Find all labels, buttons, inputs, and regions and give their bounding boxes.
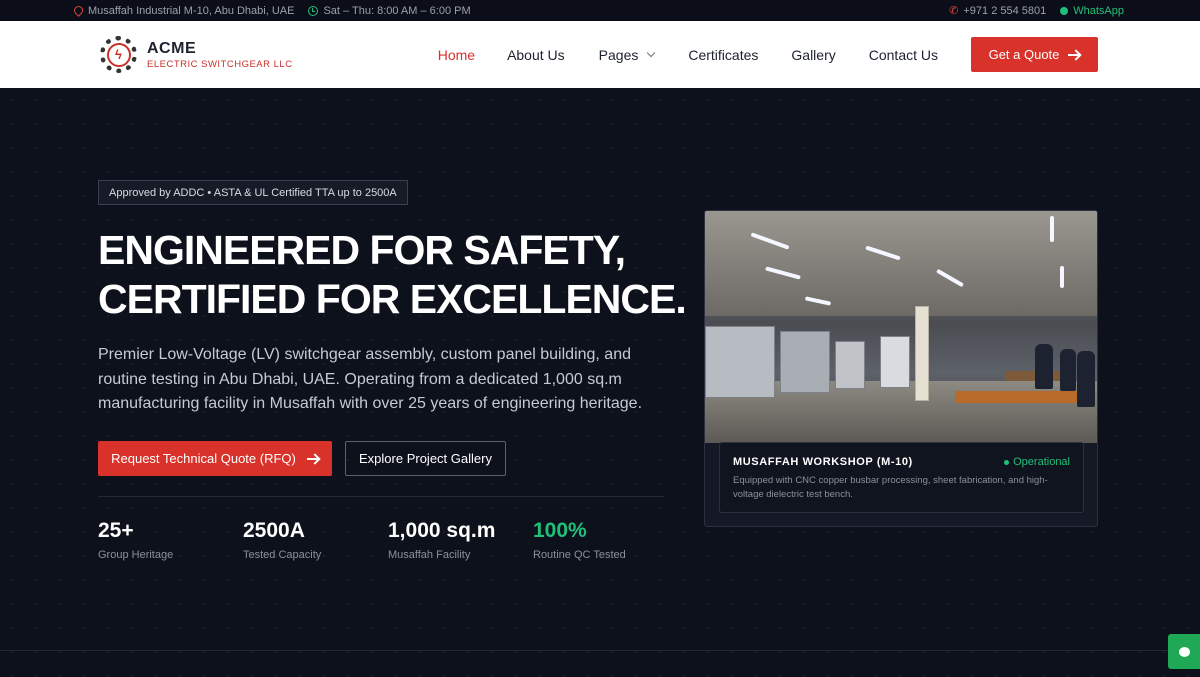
chat-bubble-icon bbox=[1178, 646, 1190, 657]
hours-item: Sat – Thu: 8:00 AM – 6:00 PM bbox=[308, 4, 471, 17]
workshop-photo bbox=[705, 211, 1097, 443]
stat-label: Routine QC Tested bbox=[533, 549, 626, 561]
stat-qc: 100% Routine QC Tested bbox=[533, 519, 626, 561]
stat-label: Tested Capacity bbox=[243, 549, 322, 561]
stat-capacity: 2500A Tested Capacity bbox=[243, 519, 321, 561]
whatsapp-link[interactable]: WhatsApp bbox=[1060, 5, 1124, 17]
hero-title: ENGINEERED FOR SAFETY, CERTIFIED FOR EXC… bbox=[98, 226, 687, 324]
arrow-right-icon bbox=[306, 457, 319, 460]
hero-section: Approved by ADDC • ASTA & UL Certified T… bbox=[0, 88, 1200, 677]
hero-description: Premier Low-Voltage (LV) switchgear asse… bbox=[98, 346, 643, 412]
nav-about-us[interactable]: About Us bbox=[507, 47, 565, 63]
stat-facility: 1,000 sq.m Musaffah Facility bbox=[388, 519, 495, 561]
request-quote-button[interactable]: Request Technical Quote (RFQ) bbox=[98, 441, 332, 476]
stat-heritage: 25+ Group Heritage bbox=[98, 519, 173, 561]
divider bbox=[98, 496, 664, 497]
hero-title-line2: CERTIFIED FOR EXCELLENCE. bbox=[98, 276, 687, 322]
get-quote-button[interactable]: Get a Quote bbox=[971, 37, 1098, 72]
stat-value: 2500A bbox=[243, 519, 305, 542]
phone-text: +971 2 554 5801 bbox=[963, 4, 1047, 17]
status-dot-icon bbox=[1004, 459, 1010, 465]
workshop-title: MUSAFFAH WORKSHOP (M-10) bbox=[733, 456, 913, 468]
nav-contact-us[interactable]: Contact Us bbox=[869, 47, 938, 63]
address-item: Musaffah Industrial M-10, Abu Dhabi, UAE bbox=[72, 4, 295, 17]
explore-gallery-button[interactable]: Explore Project Gallery bbox=[345, 441, 506, 476]
get-quote-label: Get a Quote bbox=[988, 47, 1060, 62]
chevron-down-icon bbox=[647, 48, 656, 57]
hero-title-line1: ENGINEERED FOR SAFETY, bbox=[98, 227, 626, 273]
certification-badge: Approved by ADDC • ASTA & UL Certified T… bbox=[98, 180, 408, 205]
stat-label: Musaffah Facility bbox=[388, 549, 471, 561]
top-info-bar: Musaffah Industrial M-10, Abu Dhabi, UAE… bbox=[0, 0, 1200, 21]
main-navbar: ϟ ACME ELECTRIC SWITCHGEAR LLC Home Abou… bbox=[0, 21, 1200, 88]
stat-value: 100% bbox=[533, 519, 587, 542]
location-pin-icon bbox=[72, 4, 85, 17]
workshop-card: MUSAFFAH WORKSHOP (M-10) Operational Equ… bbox=[704, 210, 1098, 527]
brand-tagline: ELECTRIC SWITCHGEAR LLC bbox=[147, 58, 293, 70]
status-text: Operational bbox=[1013, 456, 1070, 468]
request-quote-label: Request Technical Quote (RFQ) bbox=[111, 451, 296, 466]
nav-gallery[interactable]: Gallery bbox=[791, 47, 835, 63]
phone-link[interactable]: ✆ +971 2 554 5801 bbox=[949, 4, 1047, 18]
chat-widget-button[interactable] bbox=[1168, 634, 1200, 669]
address-text: Musaffah Industrial M-10, Abu Dhabi, UAE bbox=[88, 4, 295, 17]
brand-name: ACME bbox=[147, 39, 197, 57]
stat-label: Group Heritage bbox=[98, 549, 174, 561]
nav-pages[interactable]: Pages bbox=[598, 46, 656, 63]
phone-icon: ✆ bbox=[949, 5, 959, 17]
whatsapp-text: WhatsApp bbox=[1073, 4, 1124, 17]
workshop-description: Equipped with CNC copper busbar processi… bbox=[733, 475, 1048, 500]
brand-logo[interactable]: ϟ ACME ELECTRIC SWITCHGEAR LLC bbox=[100, 36, 293, 73]
section-divider bbox=[0, 650, 1200, 651]
nav-home[interactable]: Home bbox=[438, 47, 475, 63]
stat-value: 25+ bbox=[98, 519, 134, 542]
explore-gallery-label: Explore Project Gallery bbox=[359, 451, 492, 466]
workshop-info-panel: MUSAFFAH WORKSHOP (M-10) Operational Equ… bbox=[719, 442, 1084, 513]
whatsapp-icon bbox=[1060, 6, 1069, 15]
nav-certificates[interactable]: Certificates bbox=[688, 47, 758, 63]
status-badge: Operational bbox=[1004, 456, 1070, 468]
clock-icon bbox=[308, 5, 319, 16]
stat-value: 1,000 sq.m bbox=[388, 519, 496, 542]
nav-pages-label: Pages bbox=[598, 46, 639, 63]
nav-menu: Home About Us Pages Certificates Gallery… bbox=[438, 37, 1098, 72]
arrow-right-icon bbox=[1068, 53, 1081, 56]
hours-text: Sat – Thu: 8:00 AM – 6:00 PM bbox=[323, 4, 471, 17]
gear-lightning-icon: ϟ bbox=[100, 36, 137, 73]
